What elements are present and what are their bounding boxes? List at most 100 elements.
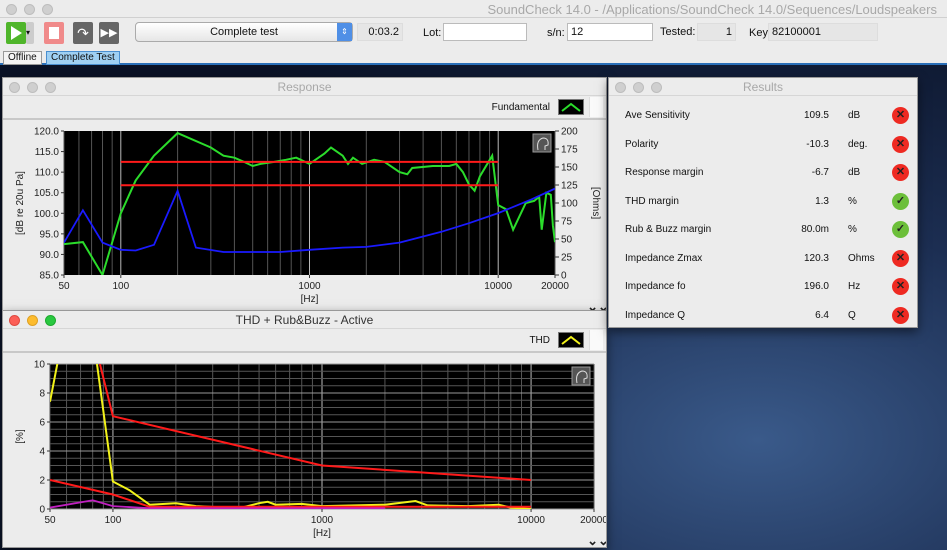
zoom-button[interactable] xyxy=(45,315,56,326)
result-unit: dB xyxy=(848,167,861,178)
zoom-button[interactable] xyxy=(651,82,662,93)
result-row: Ave Sensitivity 109.5 dB ✕ xyxy=(625,106,915,126)
y2-tick-label: 150 xyxy=(561,163,578,174)
pass-check-icon: ✓ xyxy=(892,192,909,210)
x-tick-label: 20000 xyxy=(580,515,606,526)
minimize-button[interactable] xyxy=(24,4,35,15)
result-value: 109.5 xyxy=(803,110,829,121)
play-icon xyxy=(11,26,22,40)
y-tick-label: 100.0 xyxy=(34,209,59,220)
results-title: Results xyxy=(742,80,783,94)
minimize-button[interactable] xyxy=(633,82,644,93)
select-arrows-icon: ⇕ xyxy=(337,23,352,41)
y2-tick-label: 0 xyxy=(561,271,567,282)
result-name: Rub & Buzz margin xyxy=(625,224,712,235)
x-tick-label: 100 xyxy=(112,281,129,292)
y-axis-label: [dB re 20u Pa] xyxy=(15,171,26,235)
redo-icon: ↷ xyxy=(77,25,89,41)
x-tick-label: 100 xyxy=(105,515,122,526)
app-title: SoundCheck 14.0 - /Applications/SoundChe… xyxy=(487,2,937,17)
y-tick-label: 85.0 xyxy=(40,271,60,282)
thd-title: THD + Rub&Buzz - Active xyxy=(235,313,374,327)
minimize-button[interactable] xyxy=(27,82,38,93)
run-dropdown[interactable]: ▾ xyxy=(26,22,34,44)
minimize-button[interactable] xyxy=(27,315,38,326)
legend-label: Fundamental xyxy=(491,102,550,113)
y2-tick-label: 200 xyxy=(561,127,578,138)
tab-bar: Offline Complete Test xyxy=(0,49,947,65)
zoom-button[interactable] xyxy=(42,4,53,15)
toolbar: ▾ ↷ ▶▶ Complete test ⇕ 0:03.2 Lot: s/n: … xyxy=(0,18,947,49)
sequence-value: Complete test xyxy=(210,26,278,38)
response-legend: Fundamental xyxy=(3,96,606,120)
thd-legend: THD xyxy=(3,329,606,353)
y2-axis-label: [Ohms] xyxy=(590,187,601,219)
legend-scrollbar[interactable] xyxy=(589,97,603,117)
result-unit: Q xyxy=(848,309,856,321)
x-tick-label: 50 xyxy=(44,515,56,526)
y-tick-label: 6 xyxy=(39,418,45,429)
result-unit: % xyxy=(848,224,857,235)
run-button[interactable] xyxy=(6,22,26,44)
fail-x-icon: ✕ xyxy=(892,164,909,181)
results-window: Results Ave Sensitivity 109.5 dB ✕ Polari… xyxy=(608,77,918,328)
tab-offline[interactable]: Offline xyxy=(3,51,42,65)
y2-tick-label: 125 xyxy=(561,181,578,192)
step-button[interactable]: ↷ xyxy=(73,22,93,44)
tested-count: 1 xyxy=(697,23,736,41)
x-tick-label: 20000 xyxy=(541,281,569,292)
close-button[interactable] xyxy=(9,82,20,93)
close-button[interactable] xyxy=(6,4,17,15)
fail-x-icon: ✕ xyxy=(892,306,909,324)
thd-window: THD + Rub&Buzz - Active THD 50 100 1000 100… xyxy=(2,310,607,548)
fail-x-icon: ✕ xyxy=(892,249,909,267)
close-button[interactable] xyxy=(9,315,20,326)
x-tick-label: 1000 xyxy=(311,515,334,526)
legend-label: THD xyxy=(529,335,550,346)
result-value: -6.7 xyxy=(811,167,829,178)
y-tick-label: 10 xyxy=(34,360,46,371)
y-tick-label: 110.0 xyxy=(35,168,60,179)
y2-tick-label: 100 xyxy=(561,199,578,210)
result-row: Polarity -10.3 deg. ✕ xyxy=(625,135,915,155)
result-value: 120.3 xyxy=(803,252,829,264)
x-tick-label: 50 xyxy=(58,281,70,292)
fast-forward-icon: ▶▶ xyxy=(100,27,118,39)
close-button[interactable] xyxy=(615,82,626,93)
response-window: Response Fundamental 50 100 1000 10000 20000… xyxy=(2,77,607,312)
stop-button[interactable] xyxy=(44,22,64,44)
y-tick-label: 2 xyxy=(39,476,45,487)
pass-check-icon: ✓ xyxy=(892,221,909,238)
result-value: 1.3 xyxy=(815,195,829,207)
result-unit: deg. xyxy=(848,138,868,150)
legend-swatch[interactable] xyxy=(558,332,584,348)
y2-tick-label: 50 xyxy=(561,235,573,246)
sn-input[interactable]: 12 xyxy=(567,23,653,41)
head-icon xyxy=(532,133,552,153)
y-tick-label: 120.0 xyxy=(34,127,59,138)
results-title-bar: Results xyxy=(609,78,917,96)
tested-label: Tested: xyxy=(660,26,696,38)
key-label: Key xyxy=(749,27,768,39)
y2-tick-label: 75 xyxy=(561,217,573,228)
tab-complete-test[interactable]: Complete Test xyxy=(46,51,120,65)
result-unit: % xyxy=(848,195,857,207)
result-name: Polarity xyxy=(625,138,659,150)
y-tick-label: 0 xyxy=(39,505,45,516)
sequence-select[interactable]: Complete test ⇕ xyxy=(135,22,353,42)
legend-scrollbar[interactable] xyxy=(589,330,603,350)
lot-input[interactable] xyxy=(443,23,527,41)
y-tick-label: 115.0 xyxy=(35,147,60,158)
fail-x-icon: ✕ xyxy=(892,278,909,295)
result-name: Ave Sensitivity xyxy=(625,110,690,121)
fast-forward-button[interactable]: ▶▶ xyxy=(99,22,119,44)
result-value: 80.0m xyxy=(801,224,829,235)
elapsed-time: 0:03.2 xyxy=(357,23,403,41)
expand-chevron-icon[interactable]: ⌄⌄ xyxy=(587,533,606,548)
result-unit: Ohms xyxy=(848,252,875,264)
zoom-button[interactable] xyxy=(45,82,56,93)
y2-tick-label: 175 xyxy=(561,145,578,156)
legend-swatch[interactable] xyxy=(558,99,584,115)
result-name: Response margin xyxy=(625,167,704,178)
result-value: -10.3 xyxy=(806,138,829,150)
